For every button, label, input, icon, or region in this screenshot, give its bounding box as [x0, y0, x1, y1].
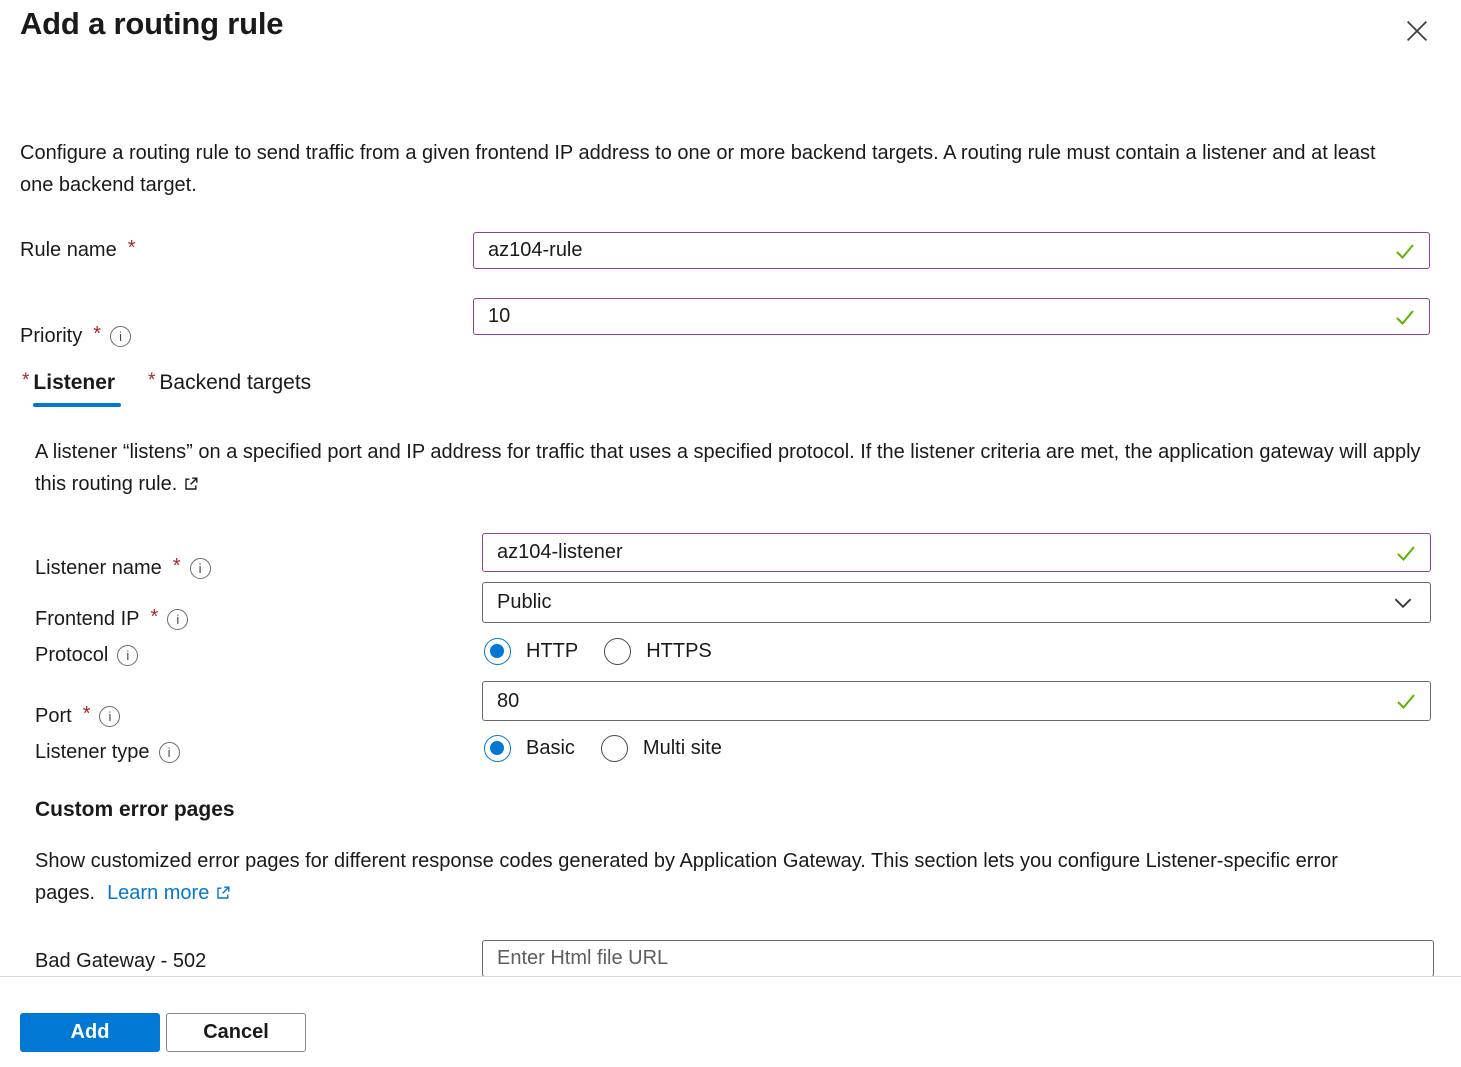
chevron-down-icon	[1390, 590, 1416, 616]
listener-type-basic-label: Basic	[526, 737, 575, 760]
external-link-icon[interactable]	[183, 476, 199, 492]
listener-description-text: A listener “listens” on a specified port…	[35, 441, 1421, 495]
listener-name-label: Listener name * i	[35, 557, 211, 580]
radio-unselected-icon	[604, 638, 631, 665]
protocol-http-label: HTTP	[526, 640, 578, 663]
radio-selected-icon	[484, 638, 511, 665]
add-routing-rule-panel: Add a routing rule Configure a routing r…	[0, 0, 1461, 1067]
required-asterisk: *	[128, 237, 136, 260]
bad-gateway-field	[482, 940, 1434, 976]
listener-name-input[interactable]	[483, 534, 1430, 571]
intro-text: Configure a routing rule to send traffic…	[20, 138, 1382, 201]
tab-backend-targets-label: Backend targets	[159, 371, 311, 395]
priority-input[interactable]	[474, 299, 1429, 334]
frontend-ip-select[interactable]: Public	[482, 582, 1431, 623]
custom-error-pages-description: Show customized error pages for differen…	[35, 846, 1395, 909]
listener-type-multi-site[interactable]: Multi site	[601, 735, 722, 762]
required-asterisk: *	[93, 323, 101, 346]
required-asterisk: *	[22, 370, 29, 392]
port-label-text: Port	[35, 705, 72, 728]
listener-name-label-text: Listener name	[35, 557, 162, 580]
listener-type-option-basic[interactable]: Basic	[484, 735, 575, 762]
bad-gateway-url-input[interactable]	[483, 941, 1433, 976]
external-link-icon	[215, 885, 231, 901]
info-icon[interactable]: i	[159, 742, 180, 763]
info-icon[interactable]: i	[167, 609, 188, 630]
protocol-label: Protocol i	[35, 644, 138, 667]
rule-name-label-text: Rule name	[20, 239, 117, 262]
protocol-radio-group: HTTP HTTPS	[484, 638, 712, 665]
protocol-https-label: HTTPS	[646, 640, 712, 663]
listener-type-multi-site-label: Multi site	[643, 737, 722, 760]
listener-type-label-text: Listener type	[35, 741, 150, 764]
validation-check-icon	[1393, 239, 1417, 263]
add-button[interactable]: Add	[20, 1013, 160, 1052]
required-asterisk: *	[148, 370, 155, 392]
frontend-ip-label: Frontend IP * i	[35, 608, 188, 631]
cancel-button[interactable]: Cancel	[166, 1013, 306, 1052]
port-label: Port * i	[35, 705, 120, 728]
listener-description: A listener “listens” on a specified port…	[35, 437, 1435, 500]
tab-listener[interactable]: * Listener	[20, 371, 115, 395]
bad-gateway-label-text: Bad Gateway - 502	[35, 950, 206, 973]
protocol-option-https[interactable]: HTTPS	[604, 638, 712, 665]
rule-name-label: Rule name *	[20, 239, 136, 262]
priority-field	[473, 298, 1430, 335]
custom-error-pages-heading: Custom error pages	[35, 798, 235, 822]
frontend-ip-label-text: Frontend IP	[35, 608, 140, 631]
validation-check-icon	[1393, 305, 1417, 329]
protocol-option-http[interactable]: HTTP	[484, 638, 578, 665]
priority-label: Priority * i	[20, 325, 131, 348]
required-asterisk: *	[83, 703, 91, 726]
rule-name-input[interactable]	[474, 233, 1429, 268]
panel-content: Add a routing rule Configure a routing r…	[0, 0, 1461, 976]
bad-gateway-label: Bad Gateway - 502	[35, 950, 206, 973]
tab-listener-label: Listener	[33, 371, 115, 395]
port-input[interactable]	[483, 682, 1430, 720]
validation-check-icon	[1394, 541, 1418, 565]
listener-name-field	[482, 533, 1431, 572]
protocol-label-text: Protocol	[35, 644, 108, 667]
learn-more-link[interactable]: Learn more	[107, 878, 231, 910]
required-asterisk: *	[173, 555, 181, 578]
radio-selected-icon	[484, 735, 511, 762]
active-tab-underline	[33, 403, 121, 407]
port-field	[482, 681, 1431, 721]
required-asterisk: *	[151, 606, 159, 629]
footer-divider	[0, 976, 1461, 977]
rule-name-field	[473, 232, 1430, 269]
page-title: Add a routing rule	[20, 6, 283, 42]
listener-type-radio-group: Basic Multi site	[484, 735, 722, 762]
priority-label-text: Priority	[20, 325, 82, 348]
info-icon[interactable]: i	[117, 645, 138, 666]
info-icon[interactable]: i	[110, 326, 131, 347]
info-icon[interactable]: i	[99, 706, 120, 727]
validation-check-icon	[1394, 689, 1418, 713]
tab-backend-targets[interactable]: * Backend targets	[146, 371, 311, 395]
close-icon	[1402, 16, 1432, 46]
radio-unselected-icon	[601, 735, 628, 762]
close-button[interactable]	[1396, 10, 1438, 52]
learn-more-label: Learn more	[107, 878, 209, 910]
frontend-ip-selected-value: Public	[497, 591, 551, 614]
info-icon[interactable]: i	[190, 558, 211, 579]
listener-type-label: Listener type i	[35, 741, 180, 764]
